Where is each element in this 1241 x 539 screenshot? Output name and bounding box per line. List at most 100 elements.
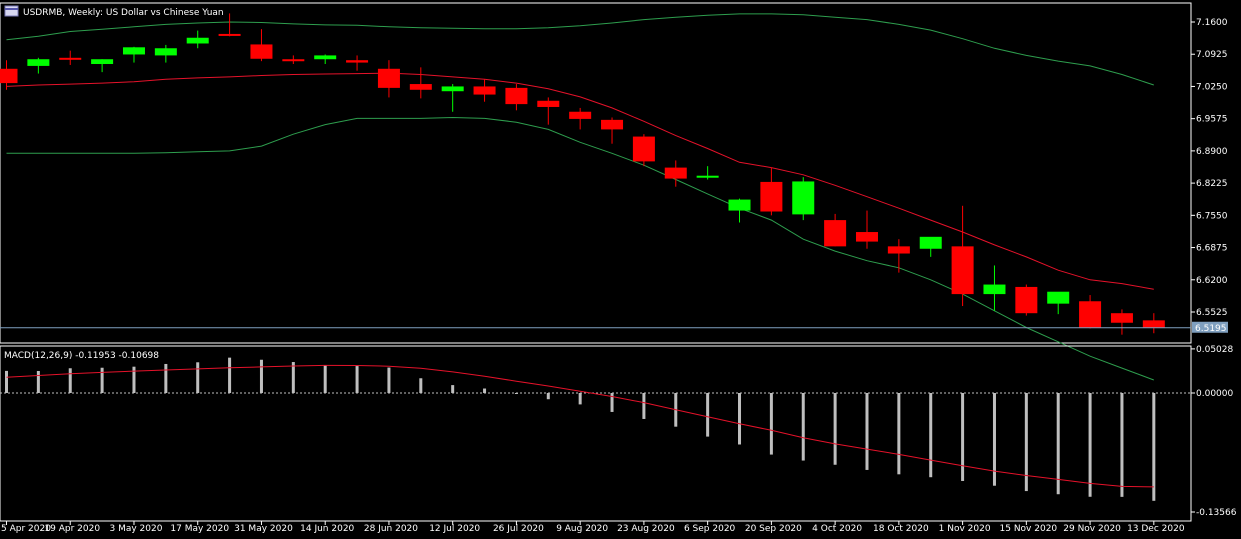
price-tick-label: 6.6200 <box>1196 276 1228 286</box>
macd-tick-label: -0.13566 <box>1196 508 1237 518</box>
macd-bar <box>514 393 518 394</box>
time-tick-label: 4 Oct 2020 <box>812 524 862 534</box>
time-tick-label: 9 Aug 2020 <box>556 524 608 534</box>
macd-bar <box>36 370 40 393</box>
macd-bar <box>642 393 646 419</box>
price-tick-label: 6.8900 <box>1196 147 1228 157</box>
time-tick-label: 23 Aug 2020 <box>617 524 675 534</box>
macd-tick-label: 0.05028 <box>1196 345 1233 355</box>
macd-bar <box>164 363 168 393</box>
price-tick-label: 7.0925 <box>1196 50 1228 60</box>
candle-body <box>632 136 655 162</box>
price-tick-label: 6.9575 <box>1196 115 1228 125</box>
candle-body <box>1047 291 1070 304</box>
chart-canvas[interactable]: 7.1600 7.0925 7.0250 6.9575 6.8900 6.8225 6.75… <box>0 0 1241 539</box>
macd-bar <box>387 367 391 393</box>
candle-body <box>1110 313 1133 323</box>
candle-body <box>473 86 496 95</box>
macd-bar <box>355 366 359 393</box>
candle-body <box>377 68 400 88</box>
time-tick-label: 15 Nov 2020 <box>1000 524 1058 534</box>
time-tick-label: 13 Dec 2020 <box>1127 524 1185 534</box>
macd-bar <box>451 385 455 393</box>
candle-body <box>760 181 783 212</box>
macd-bar <box>1024 393 1028 492</box>
window-header: USDRMB, Weekly: US Dollar vs Chinese Yua… <box>4 5 224 18</box>
time-tick-label: 1 Nov 2020 <box>939 524 991 534</box>
candle-body <box>664 167 687 179</box>
candle-body <box>91 59 114 65</box>
candle[interactable] <box>632 134 655 167</box>
last-price-label: 6.5195 <box>1195 324 1227 334</box>
candle-body <box>569 111 592 119</box>
candle-body <box>218 33 241 36</box>
candle-body <box>728 199 751 211</box>
time-tick-label: 18 Oct 2020 <box>873 524 929 534</box>
macd-bar <box>578 393 582 405</box>
candle-body <box>601 119 624 130</box>
candle-body <box>314 55 337 60</box>
time-tick-label: 17 May 2020 <box>170 524 229 534</box>
candle-body <box>154 48 177 56</box>
time-tick-label: 26 Jul 2020 <box>493 524 544 534</box>
macd-bar <box>865 393 869 470</box>
candle-body <box>59 57 82 60</box>
macd-bar <box>1152 393 1156 501</box>
candle-body <box>824 220 847 247</box>
candle-body <box>27 59 50 66</box>
macd-bar <box>801 393 805 461</box>
candle[interactable] <box>792 177 815 221</box>
macd-title: MACD(12,26,9) -0.11953 -0.10698 <box>4 351 159 361</box>
macd-bar <box>833 393 837 465</box>
price-tick-label: 7.1600 <box>1196 18 1228 28</box>
macd-bar <box>1120 393 1124 497</box>
candle-body <box>505 87 528 105</box>
candle-body <box>855 232 878 242</box>
candle-body <box>122 47 145 55</box>
candle-body <box>983 284 1006 295</box>
macd-bar <box>1088 393 1092 497</box>
candle-body <box>1079 301 1102 328</box>
time-tick-label: 12 Jul 2020 <box>429 524 480 534</box>
candle-body <box>0 68 18 84</box>
time-tick-label: 29 Nov 2020 <box>1063 524 1121 534</box>
time-tick-label: 20 Sep 2020 <box>745 524 802 534</box>
macd-bar <box>196 362 200 393</box>
price-tick-label: 6.7550 <box>1196 211 1228 221</box>
macd-bar <box>897 393 901 475</box>
macd-bar <box>68 368 72 393</box>
candle[interactable] <box>1015 284 1038 316</box>
candle-body <box>186 37 209 44</box>
time-tick-label: 14 Jun 2020 <box>300 524 354 534</box>
candle-body <box>409 84 432 90</box>
price-tick-label: 6.8225 <box>1196 179 1228 189</box>
candle-body <box>250 44 273 59</box>
macd-bar <box>546 393 550 400</box>
candle-body <box>282 59 305 62</box>
macd-bar <box>100 367 104 393</box>
candle-body <box>919 236 942 249</box>
candle-body <box>792 181 815 215</box>
macd-bar <box>738 393 742 445</box>
candle-body <box>887 246 910 254</box>
candle-body <box>441 86 464 92</box>
price-tick-label: 7.0250 <box>1196 82 1228 92</box>
macd-bar <box>929 393 933 478</box>
time-tick-label: 3 May 2020 <box>109 524 162 534</box>
macd-bar <box>419 378 423 393</box>
macd-bar <box>483 388 487 393</box>
macd-tick-label: 0.00000 <box>1196 389 1233 399</box>
macd-bar <box>706 393 710 437</box>
candle-body <box>951 246 974 295</box>
macd-bar <box>5 370 8 393</box>
time-tick-label: 31 May 2020 <box>234 524 293 534</box>
chart-window-icon <box>4 5 19 17</box>
macd-bar <box>323 365 327 393</box>
price-tick-label: 6.5525 <box>1196 308 1228 318</box>
macd-bar <box>228 357 232 393</box>
macd-bar <box>259 359 263 393</box>
candle-body <box>537 100 560 107</box>
macd-bar <box>291 362 295 393</box>
macd-bar <box>992 393 996 486</box>
time-tick-label: 28 Jun 2020 <box>364 524 418 534</box>
